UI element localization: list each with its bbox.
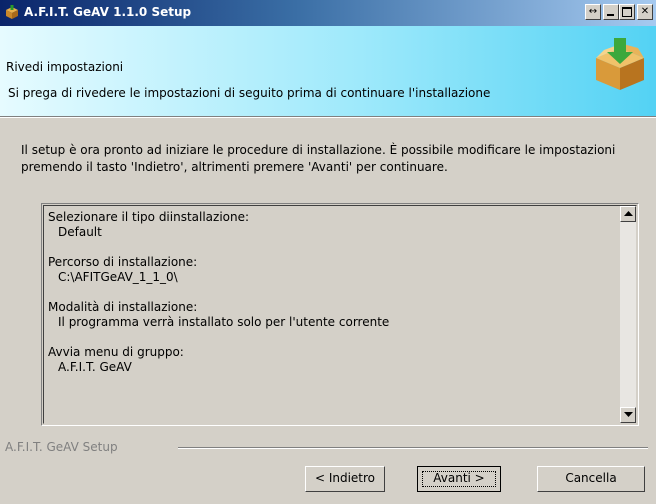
focus-rect [422, 471, 496, 487]
arrow-up-icon [624, 211, 633, 216]
summary-label: Selezionare il tipo diinstallazione: [48, 210, 250, 224]
summary-value: Il programma verrà installato solo per l… [58, 315, 390, 329]
summary-section: Selezionare il tipo diinstallazione: Def… [48, 210, 618, 240]
close-icon: ✕ [640, 6, 650, 17]
intro-text: Il setup è ora pronto ad iniziare le pro… [21, 143, 616, 174]
settings-summary[interactable]: Selezionare il tipo diinstallazione: Def… [41, 203, 639, 426]
summary-section: Avvia menu di gruppo: A.F.I.T. GeAV [48, 345, 618, 375]
summary-content: Selezionare il tipo diinstallazione: Def… [48, 210, 618, 390]
footer-separator [178, 447, 648, 449]
scroll-up-button[interactable] [620, 206, 636, 222]
window-title: A.F.I.T. GeAV 1.1.0 Setup [24, 5, 192, 19]
summary-section: Modalità di installazione: Il programma … [48, 300, 618, 330]
minimize-icon [607, 14, 614, 16]
page-subtitle: Si prega di rivedere le impostazioni di … [8, 86, 491, 100]
resize-icon[interactable]: ↔ [585, 4, 601, 20]
header-separator [0, 116, 656, 118]
setup-window: A.F.I.T. GeAV 1.1.0 Setup ↔ ✕ Rivedi imp… [0, 0, 656, 504]
install-box-icon [596, 38, 644, 90]
title-bar[interactable]: A.F.I.T. GeAV 1.1.0 Setup ↔ ✕ [0, 0, 656, 26]
summary-value: A.F.I.T. GeAV [58, 360, 132, 374]
close-button[interactable]: ✕ [637, 4, 653, 20]
scroll-down-button[interactable] [620, 407, 636, 423]
wizard-header: Rivedi impostazioni Si prega di rivedere… [0, 26, 656, 116]
maximize-button[interactable] [619, 4, 635, 20]
cancel-button[interactable]: Cancella [537, 466, 645, 492]
page-title: Rivedi impostazioni [6, 60, 124, 74]
maximize-icon [622, 7, 632, 17]
summary-value: C:\AFITGeAV_1_1_0\ [58, 270, 178, 284]
vertical-scrollbar[interactable] [620, 206, 636, 423]
summary-label: Modalità di installazione: [48, 300, 198, 314]
summary-section: Percorso di installazione: C:\AFITGeAV_1… [48, 255, 618, 285]
summary-value: Default [58, 225, 102, 239]
next-button[interactable]: Avanti > [417, 466, 501, 492]
summary-label: Percorso di installazione: [48, 255, 198, 269]
package-icon [6, 5, 18, 19]
back-button[interactable]: < Indietro [305, 466, 385, 492]
brand-label: A.F.I.T. GeAV Setup [5, 440, 118, 454]
arrow-down-icon [624, 412, 633, 417]
minimize-button[interactable] [603, 4, 619, 20]
summary-label: Avvia menu di gruppo: [48, 345, 184, 359]
